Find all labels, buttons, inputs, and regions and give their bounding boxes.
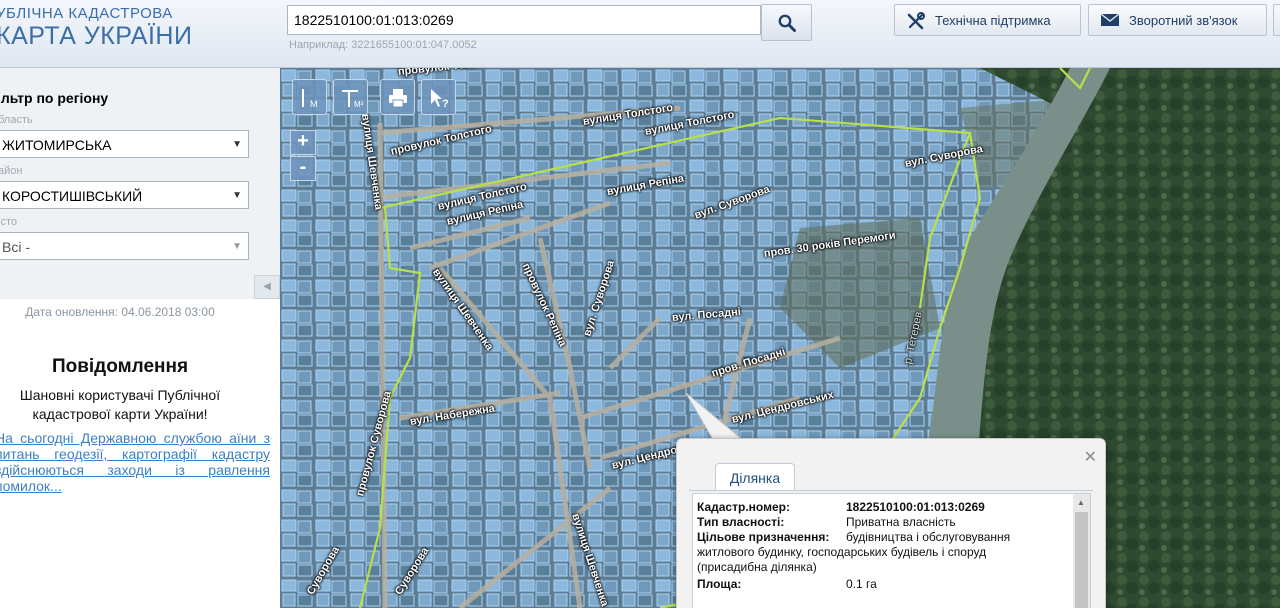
area-label: Площа: <box>697 577 742 591</box>
cadastral-label: Кадастр.номер: <box>697 500 790 514</box>
tech-support-label: Технічна підтримка <box>935 13 1051 28</box>
district-select[interactable]: КОРОСТИШІВСЬКИЙ ▼ <box>0 181 249 209</box>
notice-title: Повідомлення <box>51 356 189 377</box>
chevron-left-icon: ◀ <box>263 281 271 292</box>
notice-link[interactable]: На сьогодні Державною службою аїни з пит… <box>0 430 270 494</box>
zoom-control: + - <box>290 130 316 181</box>
cadastral-value: 1822510100:01:013:0269 <box>846 500 985 514</box>
search-icon <box>778 14 796 32</box>
scroll-up-icon: ▲ <box>1077 498 1085 507</box>
search-example: Наприклад: 3221655100:01:047.0052 <box>289 39 477 51</box>
ownership-value: Приватна власність <box>846 515 956 529</box>
popup-scrollbar[interactable]: ▲ <box>1073 494 1090 608</box>
city-label: істо <box>0 216 17 228</box>
feedback-label: Зворотний зв'язок <box>1129 13 1238 28</box>
logo-line1: УБЛІЧНА КАДАСТРОВА <box>0 5 173 22</box>
zoom-in-button[interactable]: + <box>290 130 316 155</box>
tech-support-button[interactable]: Технічна підтримка <box>894 4 1081 36</box>
update-date: Дата оновлення: 04.06.2018 03:00 <box>25 305 215 319</box>
svg-text:M: M <box>310 99 318 109</box>
cadastral-search-input[interactable] <box>287 5 761 35</box>
sidebar: ільтр по регіону бласть ЖИТОМИРСЬКА ▼ ай… <box>0 68 280 608</box>
measure-area-button[interactable]: M² <box>333 79 368 115</box>
envelope-icon <box>1100 13 1120 26</box>
print-button[interactable] <box>380 79 415 115</box>
tab-divider <box>689 490 1093 491</box>
purpose-value-rest: житлового будинку, господарських будівел… <box>697 545 987 574</box>
collapse-sidebar-button[interactable]: ◀ <box>254 275 280 299</box>
filter-title: ільтр по регіону <box>0 90 109 106</box>
parcel-info-panel: Кадастр.номер: 1822510100:01:013:0269 Ти… <box>692 493 1091 608</box>
map-toolbar: M M² ? <box>292 79 457 116</box>
area-ruler-icon: M² <box>342 90 364 109</box>
purpose-label: Цільове призначення: <box>697 530 830 544</box>
region-select-value: ЖИТОМИРСЬКА <box>2 137 112 153</box>
region-select[interactable]: ЖИТОМИРСЬКА ▼ <box>0 130 249 158</box>
region-filter-panel: ільтр по регіону бласть ЖИТОМИРСЬКА ▼ ай… <box>0 68 280 299</box>
purpose-value-line1: будівництва і обслуговування <box>846 530 1011 544</box>
purpose-continuation: житлового будинку, господарських будівел… <box>697 545 1027 575</box>
region-label: бласть <box>0 114 33 126</box>
city-select[interactable]: Всі - ▼ <box>0 232 249 260</box>
feedback-button[interactable]: Зворотний зв'язок <box>1088 4 1267 36</box>
parcel-info-popup: ✕ Ділянка Кадастр.номер: 1822510100:01:0… <box>676 438 1106 608</box>
district-label: айон <box>0 165 23 177</box>
zoom-out-button[interactable]: - <box>290 156 316 181</box>
ownership-label: Тип власності: <box>697 515 785 529</box>
ruler-icon: M <box>302 89 318 109</box>
city-select-value: Всі - <box>2 239 30 255</box>
printer-icon <box>389 89 407 108</box>
search-button[interactable] <box>761 4 812 41</box>
district-select-value: КОРОСТИШІВСЬКИЙ <box>2 188 143 204</box>
area-value: 0.1 га <box>846 577 877 591</box>
chevron-down-icon: ▼ <box>232 139 242 150</box>
logo-line2: КАРТА УКРАЇНИ <box>0 22 193 50</box>
measure-distance-button[interactable]: M <box>292 79 327 115</box>
pointer-help-icon: ? <box>431 89 449 110</box>
close-icon[interactable]: ✕ <box>1084 447 1097 467</box>
tab-parcel[interactable]: Ділянка <box>715 463 795 491</box>
site-logo[interactable]: УБЛІЧНА КАДАСТРОВА КАРТА УКРАЇНИ <box>0 6 192 49</box>
notice-text: Шановні користувачі Публічної кадастрово… <box>19 387 221 422</box>
identify-button[interactable]: ? <box>421 79 456 115</box>
popup-pointer <box>686 393 746 442</box>
scrollbar-thumb[interactable] <box>1075 512 1088 608</box>
header: УБЛІЧНА КАДАСТРОВА КАРТА УКРАЇНИ Наприкл… <box>0 0 1280 68</box>
header-more-button[interactable] <box>1273 4 1280 36</box>
svg-text:M²: M² <box>354 100 364 109</box>
tools-icon <box>907 12 925 30</box>
map-view[interactable]: провулок Толстого вулиця Толстого провул… <box>280 68 1280 608</box>
svg-text:?: ? <box>442 98 449 110</box>
chevron-down-icon: ▼ <box>232 241 242 252</box>
chevron-down-icon: ▼ <box>232 190 242 201</box>
